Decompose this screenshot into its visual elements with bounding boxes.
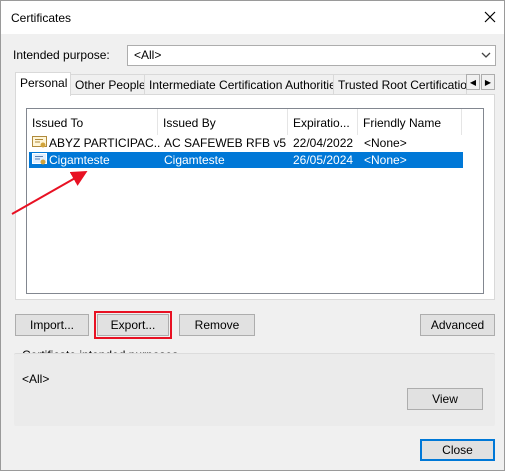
- annotation-arrow-icon: [11, 171, 88, 215]
- tab-personal[interactable]: Personal: [15, 72, 71, 96]
